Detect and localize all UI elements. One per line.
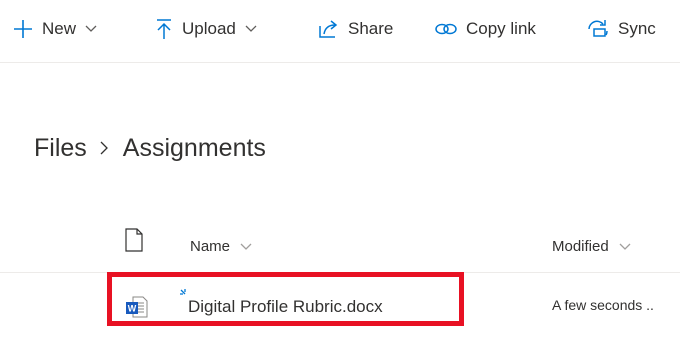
upload-button[interactable]: Upload: [154, 16, 257, 42]
upload-label: Upload: [182, 19, 236, 38]
chevron-down-icon: [240, 243, 252, 251]
new-button[interactable]: New: [12, 16, 97, 42]
chevron-right-icon: [99, 140, 109, 156]
breadcrumb-root[interactable]: Files: [34, 134, 87, 163]
column-header-modified[interactable]: Modified: [552, 238, 631, 255]
column-name-label: Name: [190, 238, 231, 255]
copy-link-label: Copy link: [466, 19, 536, 38]
link-icon: [434, 18, 458, 40]
sync-button[interactable]: Sync: [586, 16, 656, 42]
share-label: Share: [348, 19, 394, 38]
breadcrumb: Files Assignments: [34, 130, 266, 166]
share-button[interactable]: Share: [318, 16, 393, 42]
chevron-down-icon: [245, 25, 257, 33]
sync-label: Sync: [618, 19, 656, 38]
new-label: New: [42, 19, 77, 38]
list-header: Name Modified: [0, 226, 680, 273]
highlight-box: [107, 272, 464, 326]
share-icon: [318, 18, 340, 40]
chevron-down-icon: [85, 25, 97, 33]
modified-date: A few seconds ..: [552, 297, 654, 313]
chevron-down-icon: [619, 243, 631, 251]
sync-icon: [586, 18, 610, 40]
file-type-icon[interactable]: [124, 228, 144, 257]
column-header-name[interactable]: Name: [190, 238, 252, 255]
copy-link-button[interactable]: Copy link: [434, 16, 536, 42]
column-modified-label: Modified: [552, 238, 609, 255]
plus-icon: [12, 18, 34, 40]
command-bar: New Upload Share Copy link Sync: [0, 0, 680, 63]
breadcrumb-current: Assignments: [122, 133, 266, 162]
upload-icon: [154, 18, 174, 40]
